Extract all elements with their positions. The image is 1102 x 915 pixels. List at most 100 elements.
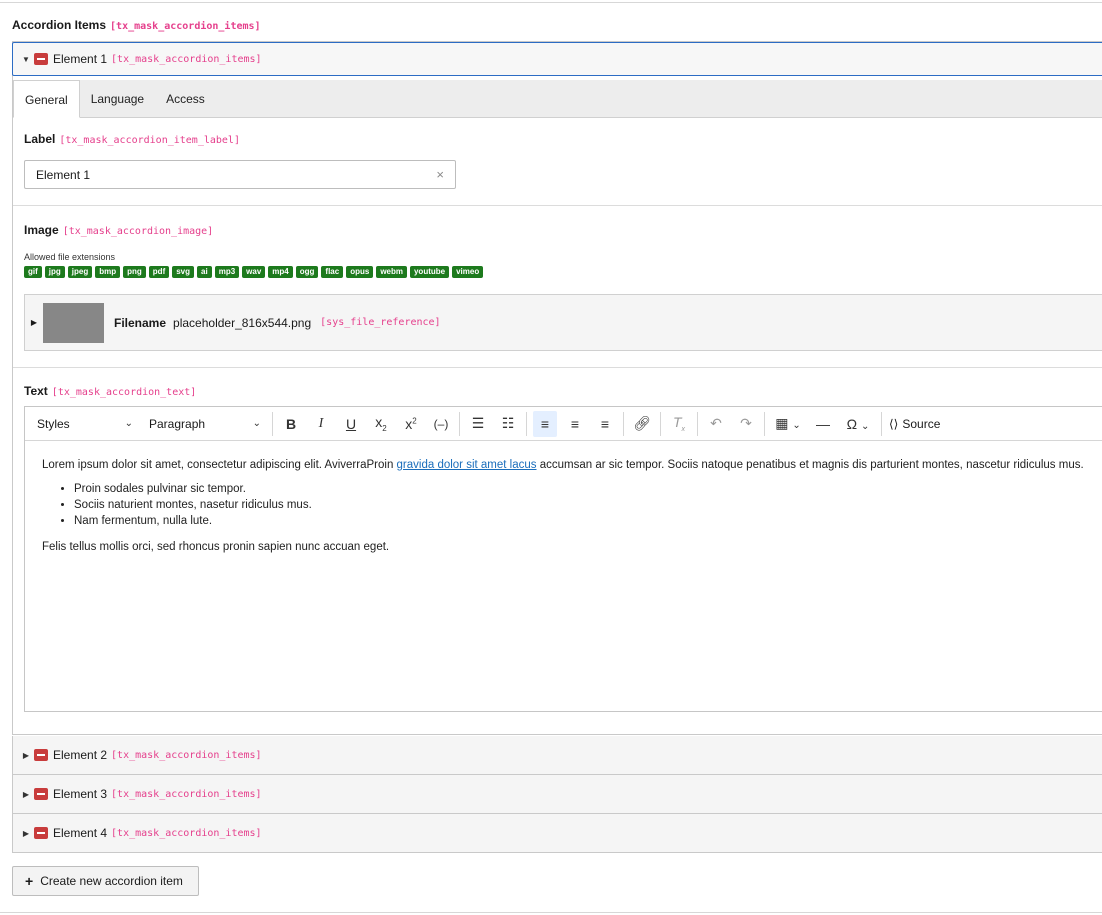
editor-toolbar: Styles ⌄ Paragraph ⌄ B I U x2 x2 (–) ☰ ☷ ≡…: [25, 407, 1102, 441]
caret-down-icon[interactable]: ▼: [21, 55, 31, 64]
top-divider: [0, 2, 1102, 3]
link-icon[interactable]: 🔗︎: [627, 415, 657, 432]
accordion-item-2-header[interactable]: ▶ Element 2 [tx_mask_accordion_items]: [13, 736, 1102, 774]
image-field-title: Image [tx_mask_accordion_image]: [24, 223, 214, 237]
undo-icon[interactable]: ↶: [701, 415, 731, 432]
special-characters-icon[interactable]: Ω ⌄: [838, 416, 878, 432]
content-element-icon: [34, 788, 48, 800]
bottom-divider: [0, 912, 1102, 913]
content-element-icon: [34, 827, 48, 839]
create-accordion-item-button[interactable]: + Create new accordion item: [12, 866, 199, 896]
accordion-item-2[interactable]: ▶ Element 2 [tx_mask_accordion_items]: [12, 736, 1102, 775]
extension-badge: opus: [346, 266, 374, 278]
caret-right-icon[interactable]: ▶: [21, 790, 31, 799]
toolbar-separator: [660, 411, 661, 436]
superscript-icon[interactable]: x2: [396, 416, 426, 432]
extension-badge: jpg: [44, 266, 65, 278]
toolbar-separator: [764, 411, 765, 436]
divider: [13, 205, 1102, 206]
accordion-item-key: [tx_mask_accordion_items]: [111, 749, 262, 761]
file-reference-key: [sys_file_reference]: [320, 317, 441, 328]
bulleted-list-icon[interactable]: ☷: [493, 415, 523, 432]
section-key: [tx_mask_accordion_items]: [110, 21, 261, 32]
align-center-icon[interactable]: ≡: [560, 416, 590, 432]
caret-right-icon[interactable]: ▶: [21, 829, 31, 838]
extension-badge: ai: [197, 266, 212, 278]
toolbar-separator: [697, 411, 698, 436]
image-thumbnail: [43, 302, 104, 343]
horizontal-line-icon[interactable]: —: [808, 416, 838, 432]
bold-icon[interactable]: B: [276, 416, 306, 432]
tab-language[interactable]: Language: [80, 80, 155, 117]
content-element-icon: [34, 53, 48, 65]
content-element-icon: [34, 749, 48, 761]
toolbar-separator: [623, 411, 624, 436]
accordion-item-title: Element 1: [53, 52, 108, 66]
accordion-item-4[interactable]: ▶ Element 4 [tx_mask_accordion_items]: [12, 814, 1102, 853]
numbered-list-icon[interactable]: ☰: [463, 415, 493, 432]
accordion-item-4-header[interactable]: ▶ Element 4 [tx_mask_accordion_items]: [13, 814, 1102, 852]
filename-value: placeholder_816x544.png: [173, 315, 312, 330]
accordion-item-key: [tx_mask_accordion_items]: [111, 788, 262, 800]
toolbar-separator: [272, 411, 273, 436]
extension-badge: mp3: [214, 266, 240, 278]
filename-label: Filename: [114, 315, 167, 330]
soft-hyphen-icon[interactable]: (–): [426, 417, 456, 431]
extension-badges: gif jpg jpeg bmp png pdf svg ai mp3 wav …: [24, 266, 484, 278]
extension-badge: wav: [242, 266, 266, 278]
extension-badge: vimeo: [452, 266, 484, 278]
text-field-title: Text [tx_mask_accordion_text]: [24, 384, 197, 398]
extension-badge: svg: [172, 266, 195, 278]
extension-badge: mp4: [268, 266, 293, 278]
accordion-item-title: Element 2: [53, 748, 108, 762]
list-item: Nam fermentum, nulla lute.: [74, 513, 1096, 529]
accordion-item-title: Element 3: [53, 787, 108, 801]
toolbar-separator: [881, 411, 882, 436]
editor-paragraph: Felis tellus mollis orci, sed rhoncus pr…: [42, 541, 390, 553]
caret-right-icon[interactable]: ▶: [21, 751, 31, 760]
plus-icon: +: [25, 873, 34, 889]
tab-access[interactable]: Access: [155, 80, 216, 117]
extension-badge: gif: [24, 266, 42, 278]
create-button-label: Create new accordion item: [40, 874, 183, 888]
source-button[interactable]: ⟨⟩ Source: [889, 417, 940, 431]
content-link[interactable]: gravida dolor sit amet lacus: [397, 459, 537, 471]
italic-icon[interactable]: I: [306, 416, 336, 432]
align-right-icon[interactable]: ≡: [590, 416, 620, 432]
section-title: Accordion Items [tx_mask_accordion_items]: [12, 18, 261, 32]
accordion-item-1-header[interactable]: ▼ Element 1 [tx_mask_accordion_items]: [12, 42, 1102, 76]
tab-general[interactable]: General: [13, 80, 80, 118]
toolbar-separator: [526, 411, 527, 436]
remove-format-icon[interactable]: Tx: [664, 414, 694, 433]
accordion-item-key: [tx_mask_accordion_items]: [111, 827, 262, 839]
accordion-item-key: [tx_mask_accordion_items]: [111, 53, 262, 65]
table-icon[interactable]: ▦ ⌄: [768, 415, 808, 432]
extension-badge: flac: [321, 266, 344, 278]
accordion-item-3-header[interactable]: ▶ Element 3 [tx_mask_accordion_items]: [13, 775, 1102, 813]
toolbar-separator: [459, 411, 460, 436]
paragraph-dropdown[interactable]: Paragraph ⌄: [141, 417, 269, 431]
underline-icon[interactable]: U: [336, 416, 366, 432]
extension-badge: webm: [376, 266, 407, 278]
accordion-item-3[interactable]: ▶ Element 3 [tx_mask_accordion_items]: [12, 775, 1102, 814]
rich-text-editor: Styles ⌄ Paragraph ⌄ B I U x2 x2 (–) ☰ ☷ ≡…: [24, 406, 1102, 712]
extension-badge: jpeg: [67, 266, 93, 278]
accordion-item-title: Element 4: [53, 826, 108, 840]
source-code-icon: ⟨⟩: [889, 416, 899, 431]
label-field-title: Label [tx_mask_accordion_item_label]: [24, 132, 240, 146]
label-input-value: Element 1: [36, 167, 91, 182]
redo-icon[interactable]: ↷: [731, 415, 761, 432]
clear-icon[interactable]: ×: [436, 167, 444, 182]
editor-content[interactable]: Lorem ipsum dolor sit amet, consectetur …: [25, 441, 1102, 571]
tab-bar: General Language Access: [13, 80, 1102, 118]
caret-right-icon[interactable]: ▶: [25, 318, 43, 327]
subscript-icon[interactable]: x2: [366, 414, 396, 433]
file-reference[interactable]: ▶ Filename placeholder_816x544.png [sys_…: [24, 294, 1102, 351]
styles-dropdown[interactable]: Styles ⌄: [29, 417, 141, 431]
label-input[interactable]: Element 1 ×: [24, 160, 456, 189]
list-item: Sociis naturient montes, nasetur ridicul…: [74, 497, 1096, 513]
allowed-extensions-caption: Allowed file extensions: [24, 252, 116, 262]
extension-badge: pdf: [148, 266, 170, 278]
extension-badge: ogg: [295, 266, 319, 278]
align-left-icon[interactable]: ≡: [533, 410, 557, 437]
